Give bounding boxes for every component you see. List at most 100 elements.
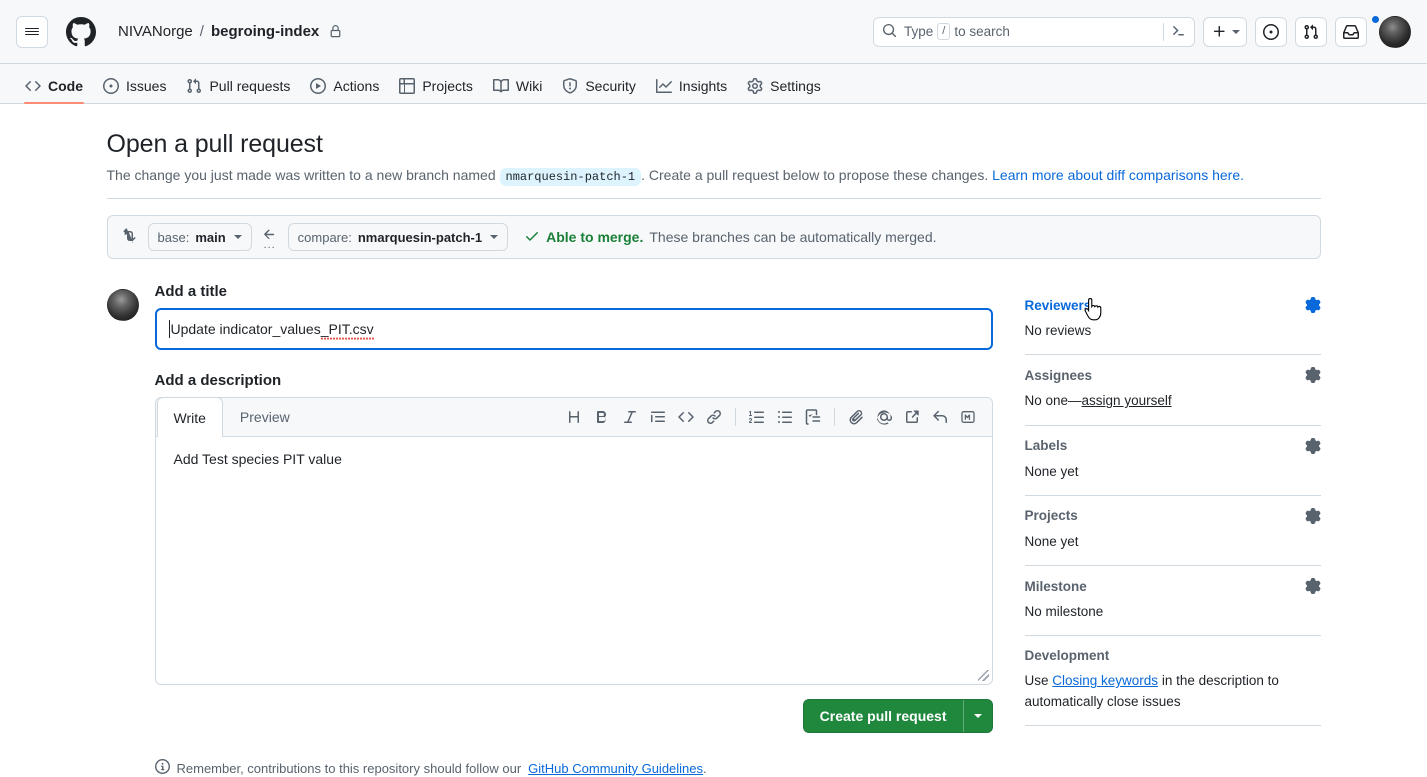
base-branch-dropdown[interactable]: base: main bbox=[147, 223, 252, 251]
link-icon bbox=[706, 409, 721, 425]
create-new-button[interactable] bbox=[1203, 16, 1247, 47]
inbox-icon bbox=[1343, 24, 1359, 39]
tab-projects[interactable]: Projects bbox=[390, 69, 482, 103]
github-community-guidelines-link[interactable]: GitHub Community Guidelines bbox=[528, 761, 703, 776]
notifications-button[interactable] bbox=[1335, 16, 1367, 47]
bulleted-list-button[interactable] bbox=[771, 403, 799, 431]
play-icon bbox=[310, 78, 327, 94]
development-text-before: Use bbox=[1024, 673, 1053, 689]
quote-button[interactable] bbox=[644, 403, 672, 431]
heading-icon bbox=[568, 411, 579, 423]
base-branch-label: main bbox=[195, 229, 226, 245]
tab-settings[interactable]: Settings bbox=[738, 69, 830, 103]
code-icon bbox=[677, 412, 694, 422]
gear-icon bbox=[747, 78, 763, 94]
italic-button[interactable] bbox=[616, 403, 644, 431]
sidebar-reviewers-title[interactable]: Reviewers bbox=[1025, 298, 1092, 313]
reply-icon bbox=[932, 410, 947, 423]
pull-requests-button[interactable] bbox=[1295, 16, 1327, 47]
markdown-toolbar bbox=[560, 398, 992, 436]
heading-button[interactable] bbox=[560, 403, 588, 431]
description-field-label: Add a description bbox=[154, 372, 282, 389]
author-avatar bbox=[106, 289, 139, 321]
tab-pull-requests-label: Pull requests bbox=[209, 78, 291, 94]
resize-handle[interactable] bbox=[977, 670, 989, 681]
branch-compare-bar: base: main ... compare: nmarquesin-patch… bbox=[106, 215, 1321, 259]
pr-title-value: Update indicator_values_PIT.csv bbox=[171, 321, 374, 340]
tab-actions-label: Actions bbox=[333, 78, 380, 94]
subtitle-part1: The change you just made was written to … bbox=[106, 167, 496, 183]
search-input[interactable]: Type / to search bbox=[873, 16, 1195, 47]
bold-button[interactable] bbox=[588, 403, 616, 431]
sidebar-section-development: Development Use Closing keywords in the … bbox=[1024, 636, 1321, 726]
diff-comparisons-link[interactable]: Learn more about diff comparisons here. bbox=[992, 167, 1244, 183]
gear-icon[interactable] bbox=[1305, 507, 1321, 524]
code-icon bbox=[25, 81, 41, 91]
create-pull-request-dropdown[interactable] bbox=[964, 700, 992, 732]
merge-status-detail: These branches can be automatically merg… bbox=[649, 229, 937, 245]
sidebar-assignees-title[interactable]: Assignees bbox=[1025, 368, 1093, 383]
tab-preview[interactable]: Preview bbox=[223, 398, 307, 436]
tab-security[interactable]: Security bbox=[553, 69, 645, 103]
tab-pull-requests[interactable]: Pull requests bbox=[177, 69, 299, 103]
create-pull-request-button[interactable]: Create pull request bbox=[802, 699, 993, 733]
footnote-text: Remember, contributions to this reposito… bbox=[176, 760, 522, 776]
tab-issues[interactable]: Issues bbox=[94, 69, 175, 103]
chevron-down-icon bbox=[490, 235, 499, 239]
sidebar-projects-title[interactable]: Projects bbox=[1025, 508, 1078, 523]
description-textarea[interactable]: Add Test species PIT value bbox=[156, 437, 992, 684]
github-logo-icon[interactable] bbox=[66, 16, 96, 47]
task-list-button[interactable] bbox=[799, 403, 827, 431]
description-editor: Write Preview Add Test species PIT value bbox=[154, 397, 993, 685]
user-avatar-image bbox=[1379, 15, 1411, 48]
sidebar-milestone-title[interactable]: Milestone bbox=[1025, 579, 1087, 594]
tab-write[interactable]: Write bbox=[156, 398, 223, 437]
tab-code[interactable]: Code bbox=[16, 69, 92, 104]
sidebar-labels-title[interactable]: Labels bbox=[1025, 438, 1068, 453]
breadcrumb-repo[interactable]: begroing-index bbox=[211, 23, 319, 40]
numbered-list-button[interactable] bbox=[743, 403, 771, 431]
tab-issues-label: Issues bbox=[126, 78, 167, 94]
notification-indicator-dot bbox=[1371, 14, 1380, 24]
tab-wiki[interactable]: Wiki bbox=[484, 69, 551, 103]
create-pull-request-label[interactable]: Create pull request bbox=[804, 700, 963, 732]
link-button[interactable] bbox=[700, 403, 728, 431]
command-palette-icon[interactable] bbox=[1171, 23, 1186, 41]
editor-header: Write Preview bbox=[155, 398, 992, 437]
avatar[interactable] bbox=[1371, 14, 1411, 48]
sidebar-development-body: Use Closing keywords in the description … bbox=[1025, 671, 1321, 712]
footnote-link-wrap: GitHub Community Guidelines. bbox=[528, 761, 706, 776]
attach-files-button[interactable] bbox=[842, 403, 870, 431]
markdown-button[interactable] bbox=[954, 403, 982, 431]
code-button[interactable] bbox=[672, 403, 700, 431]
sidebar-assignees-body: No one—assign yourself bbox=[1025, 391, 1321, 411]
gear-icon[interactable] bbox=[1305, 367, 1321, 384]
paperclip-icon bbox=[849, 409, 863, 425]
search-icon bbox=[882, 23, 897, 41]
compare-branch-dropdown[interactable]: compare: nmarquesin-patch-1 bbox=[287, 223, 509, 251]
gear-icon[interactable] bbox=[1305, 578, 1321, 594]
sidebar-development-title: Development bbox=[1024, 648, 1110, 664]
tab-insights[interactable]: Insights bbox=[647, 69, 736, 103]
tab-insights-label: Insights bbox=[678, 78, 728, 94]
tab-actions[interactable]: Actions bbox=[301, 69, 388, 103]
mention-button[interactable] bbox=[870, 403, 898, 431]
lock-icon bbox=[329, 25, 342, 38]
gear-icon[interactable] bbox=[1305, 437, 1321, 454]
tab-settings-label: Settings bbox=[770, 78, 821, 94]
pr-title-input[interactable]: Update indicator_values_PIT.csv bbox=[154, 308, 993, 350]
tab-write-label: Write bbox=[173, 409, 206, 426]
tab-preview-label: Preview bbox=[239, 409, 290, 425]
graph-icon bbox=[655, 79, 672, 93]
assign-yourself-link[interactable]: assign yourself bbox=[1082, 393, 1172, 408]
gear-icon[interactable] bbox=[1305, 297, 1321, 313]
breadcrumb-owner[interactable]: NIVANorge bbox=[118, 23, 193, 40]
hamburger-menu-button[interactable] bbox=[16, 15, 48, 48]
saved-replies-button[interactable] bbox=[926, 403, 954, 431]
reference-button[interactable] bbox=[898, 403, 926, 431]
tab-code-label: Code bbox=[48, 78, 83, 94]
issues-button[interactable] bbox=[1255, 16, 1287, 47]
closing-keywords-link[interactable]: Closing keywords bbox=[1052, 673, 1158, 688]
tasklist-icon bbox=[805, 409, 820, 425]
quote-icon bbox=[650, 411, 665, 423]
